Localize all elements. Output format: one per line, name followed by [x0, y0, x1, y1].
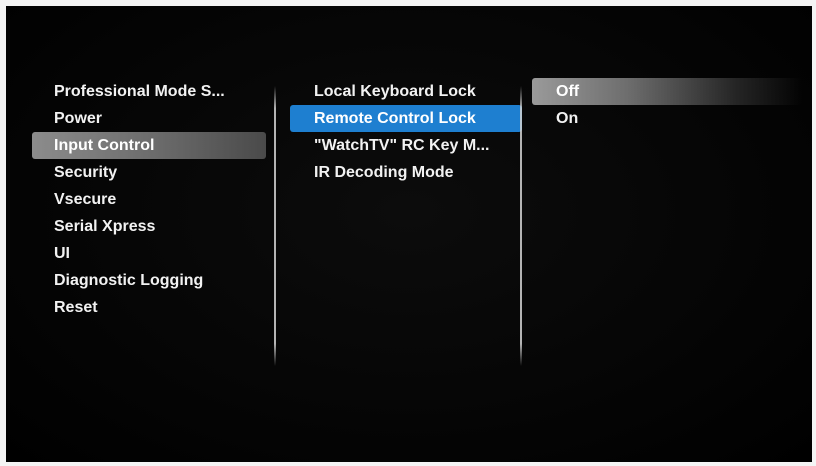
menu-item-input-control[interactable]: Input Control: [32, 132, 266, 159]
input-control-submenu: Local Keyboard Lock Remote Control Lock …: [290, 78, 522, 186]
menu-item-diagnostic-logging[interactable]: Diagnostic Logging: [32, 267, 266, 294]
option-off[interactable]: Off: [532, 78, 802, 105]
main-settings-menu: Professional Mode S... Power Input Contr…: [32, 78, 266, 321]
menu-item-reset[interactable]: Reset: [32, 294, 266, 321]
menu-item-watchtv-rc-key-mode[interactable]: "WatchTV" RC Key M...: [290, 132, 522, 159]
menu-item-ui[interactable]: UI: [32, 240, 266, 267]
option-on[interactable]: On: [532, 105, 802, 132]
menu-column-level-1: Professional Mode S... Power Input Contr…: [6, 6, 276, 462]
remote-control-lock-options: Off On: [532, 78, 802, 132]
menu-column-level-3: Off On: [522, 6, 812, 462]
menu-item-local-keyboard-lock[interactable]: Local Keyboard Lock: [290, 78, 522, 105]
menu-item-power[interactable]: Power: [32, 105, 266, 132]
menu-item-serial-xpress[interactable]: Serial Xpress: [32, 213, 266, 240]
menu-item-remote-control-lock[interactable]: Remote Control Lock: [290, 105, 522, 132]
menu-item-vsecure[interactable]: Vsecure: [32, 186, 266, 213]
menu-item-security[interactable]: Security: [32, 159, 266, 186]
tv-settings-screen: Professional Mode S... Power Input Contr…: [6, 6, 812, 462]
menu-column-level-2: Local Keyboard Lock Remote Control Lock …: [276, 6, 522, 462]
screen-frame: Professional Mode S... Power Input Contr…: [0, 0, 816, 466]
menu-item-ir-decoding-mode[interactable]: IR Decoding Mode: [290, 159, 522, 186]
menu-item-professional-mode-settings[interactable]: Professional Mode S...: [32, 78, 266, 105]
